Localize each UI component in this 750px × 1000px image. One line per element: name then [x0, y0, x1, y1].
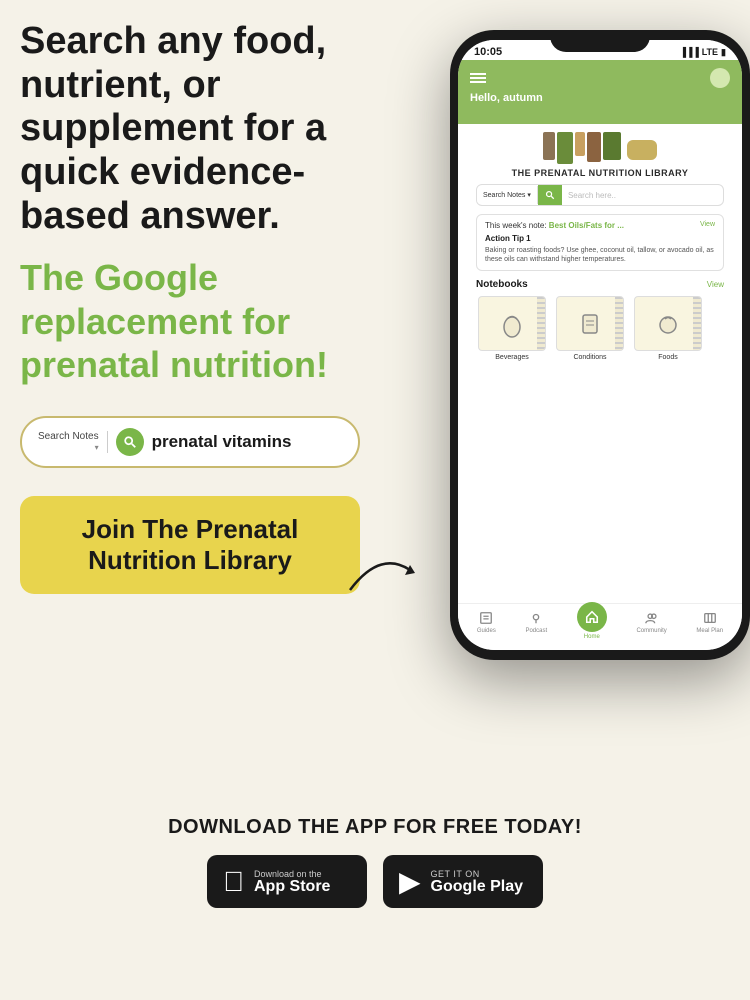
apple-icon: 	[223, 866, 244, 898]
home-icon	[577, 602, 607, 632]
phone-search-icon	[538, 185, 562, 205]
battery-icon: ▮	[721, 47, 726, 58]
store-buttons:  Download on the App Store ▶ GET IT ON …	[207, 855, 543, 908]
nav-label-community: Community	[636, 628, 666, 634]
avatar	[710, 68, 730, 88]
nav-label-home: Home	[584, 634, 600, 640]
weekly-note: This week's note: Best Oils/Fats for ...…	[476, 214, 724, 271]
notebook-cover-foods	[634, 296, 702, 351]
search-demo-text: prenatal vitamins	[152, 432, 292, 452]
search-icon	[116, 428, 144, 456]
notebook-cover-conditions	[556, 296, 624, 351]
notebook-cover-beverages	[478, 296, 546, 351]
dropdown-label: Search Notes	[38, 431, 99, 443]
notebook-label-beverages: Beverages	[495, 354, 528, 361]
wifi-icon: ▐▐▐	[680, 47, 699, 57]
nav-label-guides: Guides	[477, 628, 496, 634]
community-icon	[643, 610, 661, 626]
phone-dropdown-label: Search Notes	[483, 192, 525, 199]
nav-community[interactable]: Community	[636, 610, 666, 640]
notebooks-section: Notebooks View Beverages	[468, 279, 732, 367]
cta-line1: Join The PrenatalNutrition Library	[44, 514, 336, 576]
notebook-beverages[interactable]: Beverages	[476, 296, 548, 361]
phone-screen: 10:05 ▐▐▐ LTE ▮ Hello, autumn	[458, 40, 742, 650]
phone-outer: 10:05 ▐▐▐ LTE ▮ Hello, autumn	[450, 30, 750, 660]
phone-search-dropdown[interactable]: Search Notes ▾	[477, 186, 538, 204]
time-display: 10:05	[474, 46, 502, 58]
weekly-label: This week's note:	[485, 221, 547, 230]
notebooks-header: Notebooks View	[476, 279, 724, 290]
notebook-conditions[interactable]: Conditions	[554, 296, 626, 361]
notebook-items: Beverages Conditions	[476, 296, 724, 361]
library-title: THE PRENATAL NUTRITION LIBRARY	[468, 168, 732, 178]
google-play-text: GET IT ON Google Play	[431, 869, 523, 895]
action-tip-text: Baking or roasting foods? Use ghee, coco…	[485, 246, 715, 264]
library-area: THE PRENATAL NUTRITION LIBRARY Search No…	[458, 124, 742, 373]
google-play-icon: ▶	[399, 865, 421, 898]
headline: Search any food, nutrient, or supplement…	[20, 20, 410, 238]
bottom-nav: Guides Podcast Home	[458, 603, 742, 650]
meal-plan-icon	[701, 610, 719, 626]
notebook-label-conditions: Conditions	[573, 354, 606, 361]
phone-chevron-icon: ▾	[527, 191, 531, 199]
notebooks-title: Notebooks	[476, 279, 528, 290]
status-icons: ▐▐▐ LTE ▮	[680, 47, 726, 58]
phone-notch	[550, 30, 650, 52]
google-play-name: Google Play	[431, 879, 523, 895]
books-illustration	[468, 132, 732, 164]
subheadline: The Google replacement for prenatal nutr…	[20, 256, 410, 386]
note-title: Best Oils/Fats for ...	[549, 221, 624, 230]
action-tip-title: Action Tip 1	[485, 234, 715, 243]
google-play-sub: GET IT ON	[431, 869, 523, 879]
signal-text: LTE	[702, 47, 718, 57]
download-title: DOWNLOAD THE APP FOR FREE TODAY!	[168, 816, 582, 839]
podcast-icon	[527, 610, 545, 626]
cta-button[interactable]: Join The PrenatalNutrition Library	[20, 496, 360, 594]
search-bar-demo[interactable]: Search Notes ▾ prenatal vitamins	[20, 416, 360, 468]
search-dropdown[interactable]: Search Notes ▾	[38, 431, 108, 453]
pot-illustration	[627, 140, 657, 160]
note-view[interactable]: View	[700, 221, 715, 228]
note-header: This week's note: Best Oils/Fats for ...…	[485, 221, 715, 230]
bottom-section: DOWNLOAD THE APP FOR FREE TODAY!  Downl…	[0, 800, 750, 1000]
notebook-label-foods: Foods	[658, 354, 677, 361]
phone-search-placeholder: Search here..	[562, 186, 622, 205]
notebook-foods[interactable]: Foods	[632, 296, 704, 361]
chevron-down-icon: ▾	[95, 443, 99, 453]
google-play-button[interactable]: ▶ GET IT ON Google Play	[383, 855, 543, 908]
app-store-sub: Download on the	[254, 869, 330, 879]
guides-icon	[477, 610, 495, 626]
app-store-text: Download on the App Store	[254, 869, 330, 895]
left-content: Search any food, nutrient, or supplement…	[20, 20, 410, 594]
nav-home[interactable]: Home	[577, 610, 607, 640]
header-top	[470, 68, 730, 88]
notebooks-view[interactable]: View	[707, 280, 724, 289]
hamburger-icon[interactable]	[470, 71, 486, 85]
app-store-name: App Store	[254, 879, 330, 895]
greeting-text: Hello, autumn	[470, 92, 730, 104]
nav-meal-plan[interactable]: Meal Plan	[696, 610, 723, 640]
curved-arrow	[340, 540, 420, 605]
nav-guides[interactable]: Guides	[477, 610, 496, 640]
nav-label-podcast: Podcast	[525, 628, 547, 634]
nav-label-meal-plan: Meal Plan	[696, 628, 723, 634]
app-store-button[interactable]:  Download on the App Store	[207, 855, 367, 908]
phone-mockup: 10:05 ▐▐▐ LTE ▮ Hello, autumn	[440, 30, 750, 710]
nav-podcast[interactable]: Podcast	[525, 610, 547, 640]
phone-search-bar[interactable]: Search Notes ▾ Search here..	[476, 184, 724, 206]
